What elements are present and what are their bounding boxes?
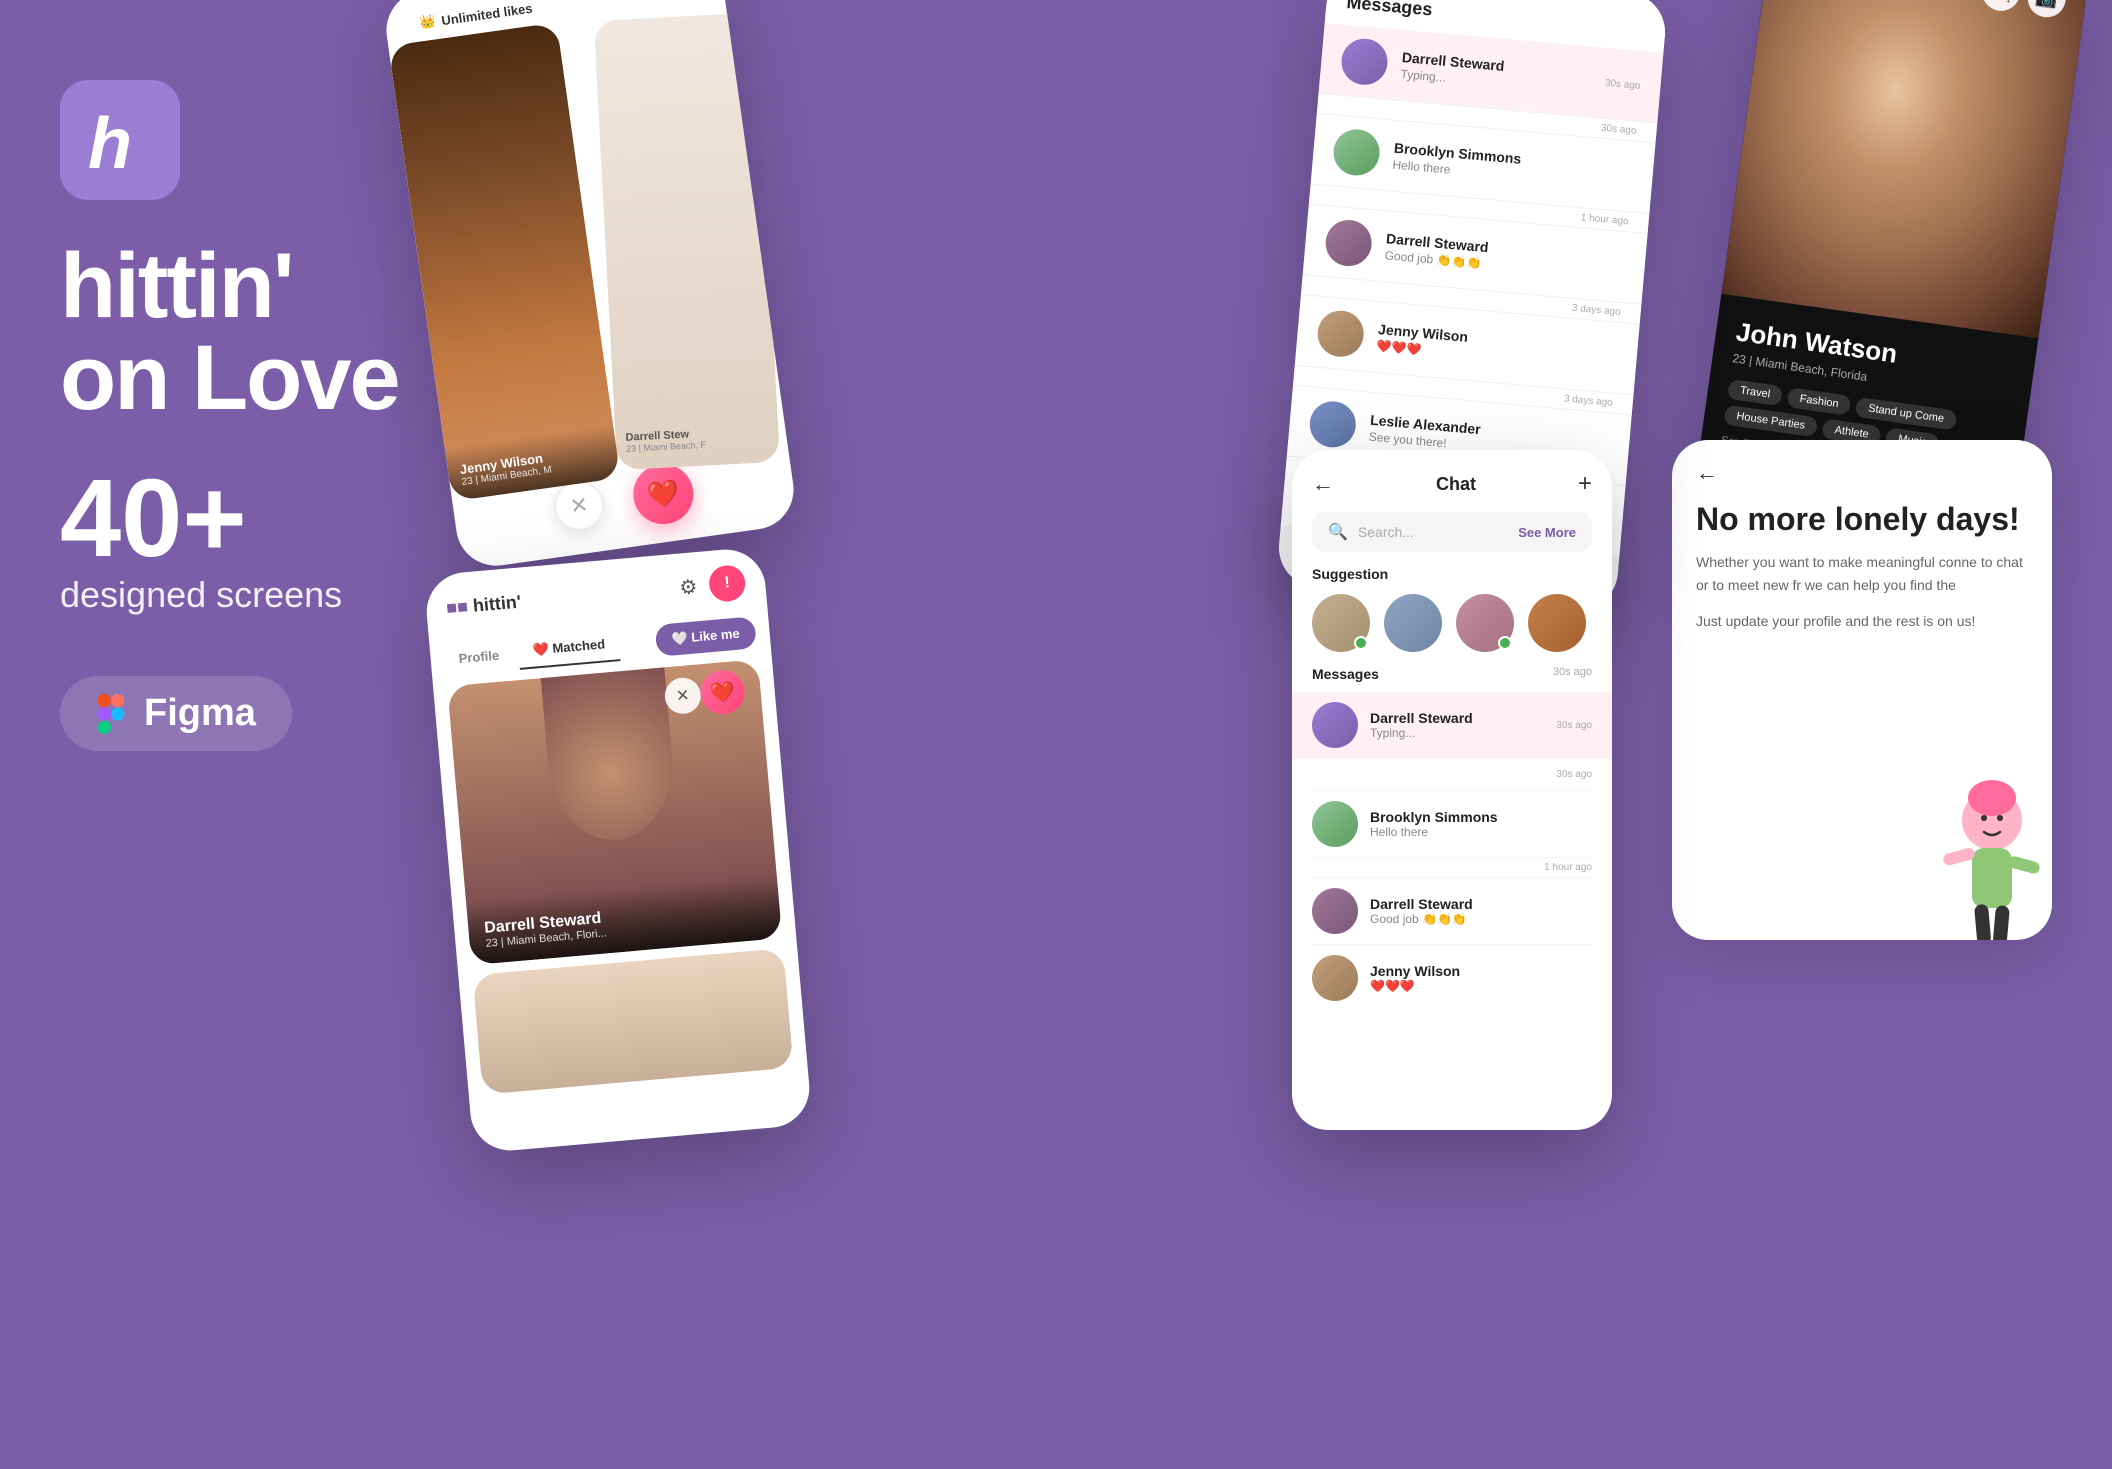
chat-avatar-darrell <box>1312 702 1358 748</box>
avatar-jenny <box>1316 309 1366 359</box>
suggest-avatar-3[interactable] <box>1456 594 1514 652</box>
suggest-avatar-1[interactable] <box>1312 594 1370 652</box>
chat-item-darrell[interactable]: Darrell Steward Typing... 30s ago <box>1292 692 1612 759</box>
chat-messages-section: Messages 30s ago Darrell Steward Typing.… <box>1292 666 1612 1011</box>
like-button[interactable]: ❤️ <box>629 460 697 528</box>
dating-cards: Darrell Steward 23 | Miami Beach, Flori.… <box>433 658 808 1106</box>
tag-travel: Travel <box>1727 379 1783 406</box>
chat-item-darrell2[interactable]: Darrell Steward Good job 👏👏👏 <box>1312 878 1592 945</box>
chat-avatar-brooklyn <box>1312 801 1358 847</box>
article-body: Whether you want to make meaningful conn… <box>1672 551 2052 632</box>
avatar-darrell1 <box>1340 37 1390 87</box>
suggest-avatar-4[interactable] <box>1528 594 1586 652</box>
figma-badge: Figma <box>60 676 292 751</box>
dating-card-2[interactable] <box>472 948 793 1095</box>
suggest-avatar-2[interactable] <box>1384 594 1442 652</box>
tab-matched[interactable]: ❤️ Matched <box>517 627 620 670</box>
messages-title: Messages <box>1346 0 1434 20</box>
filter-icon[interactable]: ⚙ <box>678 574 698 600</box>
tab-profile[interactable]: Profile <box>443 638 514 675</box>
article-illustration <box>1892 760 2052 940</box>
notification-button[interactable]: ! <box>708 564 747 603</box>
tab-like-me[interactable]: 🤍 Like me <box>654 616 757 657</box>
phone-home: ■■ hittin' ⚙ ! Profile ❤️ Matched 🤍 Like… <box>423 546 812 1153</box>
suggestion-label: Suggestion <box>1312 566 1592 582</box>
chat-avatar-jenny <box>1312 955 1358 1001</box>
avatar-darrell2 <box>1324 218 1374 268</box>
chat-plus-button[interactable]: + <box>1578 470 1592 498</box>
chat-avatar-darrell2 <box>1312 888 1358 934</box>
messages-section-label: Messages <box>1312 666 1379 682</box>
svg-text:h: h <box>88 104 132 180</box>
article-body-1: Whether you want to make meaningful conn… <box>1696 551 2028 596</box>
figma-label: Figma <box>144 692 256 735</box>
dating-card-1[interactable]: Darrell Steward 23 | Miami Beach, Flori.… <box>447 659 782 965</box>
suggestion-section: Suggestion <box>1292 566 1612 666</box>
avatar-brooklyn <box>1332 127 1382 177</box>
avatar-leslie <box>1308 399 1358 449</box>
app-icon: h <box>60 80 180 200</box>
article-back-button[interactable]: ← <box>1696 460 1718 485</box>
article-title: No more lonely days! <box>1672 486 2052 551</box>
phone-chat: ← Chat + 🔍 Search... See More Suggestion <box>1292 450 1612 1130</box>
profile-photo: 📷 ✏️ <box>1721 0 2090 338</box>
home-logo: ■■ hittin' <box>445 591 522 618</box>
chat-item-brooklyn[interactable]: Brooklyn Simmons Hello there <box>1312 791 1592 858</box>
chat-search[interactable]: 🔍 Search... See More <box>1312 512 1592 552</box>
chat-back-button[interactable]: ← <box>1312 471 1334 497</box>
chat-header: ← Chat + <box>1292 450 1612 512</box>
chat-title: Chat <box>1436 474 1476 495</box>
article-body-2: Just update your profile and the rest is… <box>1696 610 2028 632</box>
see-more-link[interactable]: See More <box>1518 525 1576 540</box>
tag-fashion: Fashion <box>1786 387 1851 416</box>
messages-time-label: 30s ago <box>1553 666 1592 682</box>
chat-item-jenny[interactable]: Jenny Wilson ❤️❤️❤️ <box>1312 945 1592 1011</box>
search-placeholder: Search... <box>1358 524 1414 540</box>
search-icon: 🔍 <box>1328 522 1348 542</box>
suggestion-avatars <box>1312 594 1592 652</box>
article-panel: ← No more lonely days! Whether you want … <box>1672 440 2052 940</box>
